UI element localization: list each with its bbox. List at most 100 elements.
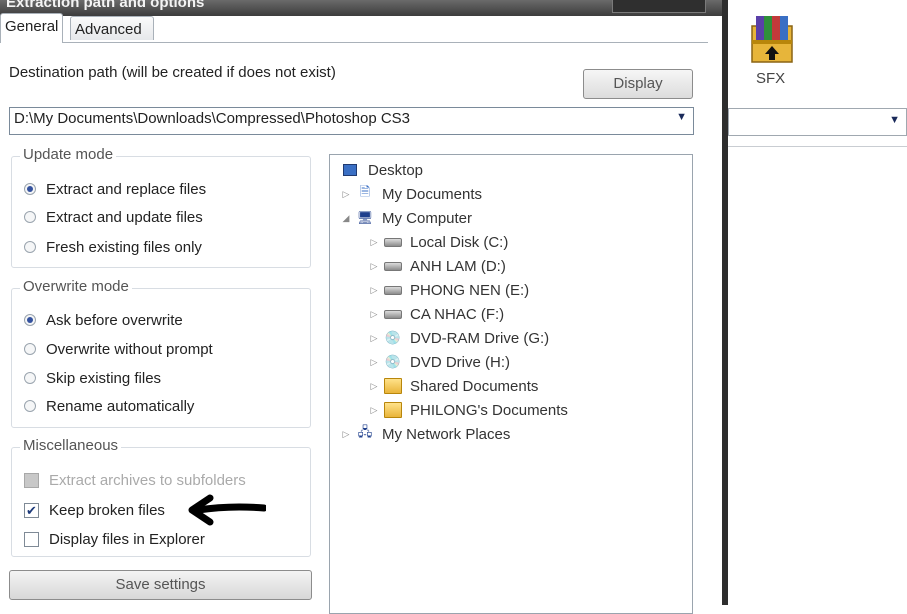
disk-icon: [384, 234, 402, 250]
dvd-icon: 💿: [384, 354, 402, 369]
tree-item-drive-g[interactable]: ▷ 💿 DVD-RAM Drive (G:): [368, 327, 550, 349]
update-mode-group: Update mode Extract and replace files Ex…: [11, 146, 311, 268]
expand-arrow-icon[interactable]: ▷: [340, 429, 352, 440]
tree-item-desktop[interactable]: Desktop: [340, 159, 423, 181]
tree-item-shared-documents[interactable]: ▷ Shared Documents: [368, 375, 539, 397]
destination-path-value: D:\My Documents\Downloads\Compressed\Pho…: [14, 110, 411, 127]
radio-label: Rename automatically: [46, 397, 195, 415]
checkbox-checked-icon[interactable]: ✔: [24, 502, 39, 518]
tab-divider: [0, 42, 708, 43]
title-bar: Extraction path and options: [0, 0, 722, 16]
tree-item-label: PHONG NEN (E:): [410, 281, 530, 299]
tab-general[interactable]: General: [0, 13, 64, 43]
pointer-arrow-annotation: [188, 494, 266, 526]
my-documents-icon: 🗎: [359, 184, 371, 199]
tree-item-drive-e[interactable]: ▷ PHONG NEN (E:): [368, 279, 530, 301]
tree-item-label: My Documents: [382, 185, 483, 203]
checkbox-keep-broken-files[interactable]: ✔ Keep broken files: [24, 499, 165, 521]
overwrite-mode-group: Overwrite mode Ask before overwrite Over…: [11, 278, 311, 428]
tree-item-label: My Computer: [382, 209, 473, 227]
tab-advanced[interactable]: Advanced: [70, 16, 154, 40]
display-button[interactable]: Display: [583, 69, 693, 99]
expand-arrow-icon[interactable]: ▷: [368, 261, 380, 272]
radio-icon[interactable]: [24, 241, 36, 253]
radio-label: Extract and replace files: [46, 180, 207, 198]
tree-item-network-places[interactable]: ▷ 🖧 My Network Places: [340, 423, 511, 445]
window-frame: [722, 0, 728, 605]
expand-arrow-icon[interactable]: ▷: [368, 237, 380, 248]
miscellaneous-group: Miscellaneous Extract archives to subfol…: [11, 437, 311, 557]
radio-fresh-existing[interactable]: Fresh existing files only: [24, 236, 202, 258]
radio-ask-before-overwrite[interactable]: Ask before overwrite: [24, 309, 183, 331]
collapse-arrow-icon[interactable]: ◢: [340, 213, 352, 224]
tree-item-drive-f[interactable]: ▷ CA NHAC (F:): [368, 303, 505, 325]
sfx-archive-icon[interactable]: [746, 12, 798, 68]
network-icon: 🖧: [357, 424, 373, 439]
divider: [728, 146, 907, 147]
tree-item-local-disk-c[interactable]: ▷ Local Disk (C:): [368, 231, 509, 253]
tree-item-label: My Network Places: [382, 425, 511, 443]
tree-item-label: Local Disk (C:): [410, 233, 509, 251]
dvd-icon: 💿: [384, 330, 402, 345]
radio-label: Skip existing files: [46, 369, 162, 387]
close-button[interactable]: [612, 0, 706, 13]
expand-arrow-icon[interactable]: ▷: [368, 405, 380, 416]
radio-icon[interactable]: [24, 400, 36, 412]
disk-icon: [384, 258, 402, 274]
tree-item-drive-d[interactable]: ▷ ANH LAM (D:): [368, 255, 506, 277]
dropdown-arrow-icon[interactable]: ▼: [889, 114, 900, 126]
radio-overwrite-without-prompt[interactable]: Overwrite without prompt: [24, 338, 213, 360]
checkbox-label: Keep broken files: [49, 501, 165, 519]
disk-icon: [384, 306, 402, 322]
tree-item-label: DVD Drive (H:): [410, 353, 510, 371]
tree-item-label: Shared Documents: [410, 377, 539, 395]
radio-label: Ask before overwrite: [46, 311, 183, 329]
desktop-icon: [343, 164, 357, 176]
radio-label: Overwrite without prompt: [46, 340, 213, 358]
overwrite-mode-legend: Overwrite mode: [20, 278, 132, 295]
background-combobox[interactable]: ▼: [728, 108, 907, 136]
window-title: Extraction path and options: [6, 0, 205, 11]
radio-skip-existing[interactable]: Skip existing files: [24, 367, 161, 389]
disk-icon: [384, 282, 402, 298]
expand-arrow-icon[interactable]: ▷: [368, 357, 380, 368]
radio-selected-icon[interactable]: [24, 314, 36, 326]
dropdown-arrow-icon[interactable]: ▼: [676, 111, 687, 123]
radio-icon[interactable]: [24, 372, 36, 384]
tree-item-drive-h[interactable]: ▷ 💿 DVD Drive (H:): [368, 351, 510, 373]
sfx-label: SFX: [756, 70, 786, 87]
destination-label: Destination path (will be created if doe…: [9, 64, 336, 81]
tree-item-my-documents[interactable]: ▷ 🗎 My Documents: [340, 183, 483, 205]
folder-icon: [384, 402, 402, 418]
tree-item-label: Desktop: [368, 161, 424, 179]
save-settings-button[interactable]: Save settings: [9, 570, 312, 600]
folder-tree[interactable]: Desktop ▷ 🗎 My Documents ◢ 🖥 My Computer…: [329, 154, 693, 614]
expand-arrow-icon[interactable]: ▷: [368, 381, 380, 392]
checkbox-label: Extract archives to subfolders: [49, 471, 246, 489]
folder-icon: [384, 378, 402, 394]
computer-icon: 🖥: [356, 210, 374, 225]
expand-arrow-icon[interactable]: ▷: [368, 285, 380, 296]
tree-item-philong-documents[interactable]: ▷ PHILONG's Documents: [368, 399, 568, 421]
checkbox-label: Display files in Explorer: [49, 530, 205, 548]
tree-item-my-computer[interactable]: ◢ 🖥 My Computer: [340, 207, 473, 229]
tree-item-label: DVD-RAM Drive (G:): [410, 329, 550, 347]
checkbox-disabled-icon: [24, 472, 39, 488]
destination-path-combobox[interactable]: D:\My Documents\Downloads\Compressed\Pho…: [9, 107, 694, 135]
tree-item-label: PHILONG's Documents: [410, 401, 568, 419]
expand-arrow-icon[interactable]: ▷: [368, 309, 380, 320]
update-mode-legend: Update mode: [20, 146, 117, 163]
radio-selected-icon[interactable]: [24, 183, 36, 195]
checkbox-display-in-explorer[interactable]: Display files in Explorer: [24, 528, 205, 550]
radio-icon[interactable]: [24, 211, 36, 223]
expand-arrow-icon[interactable]: ▷: [340, 189, 352, 200]
expand-arrow-icon[interactable]: ▷: [368, 333, 380, 344]
radio-icon[interactable]: [24, 343, 36, 355]
radio-label: Fresh existing files only: [46, 238, 202, 256]
tree-item-label: CA NHAC (F:): [410, 305, 505, 323]
radio-rename-automatically[interactable]: Rename automatically: [24, 395, 194, 417]
checkbox-icon[interactable]: [24, 531, 39, 547]
radio-extract-update[interactable]: Extract and update files: [24, 206, 203, 228]
tree-item-label: ANH LAM (D:): [410, 257, 506, 275]
radio-extract-replace[interactable]: Extract and replace files: [24, 178, 206, 200]
